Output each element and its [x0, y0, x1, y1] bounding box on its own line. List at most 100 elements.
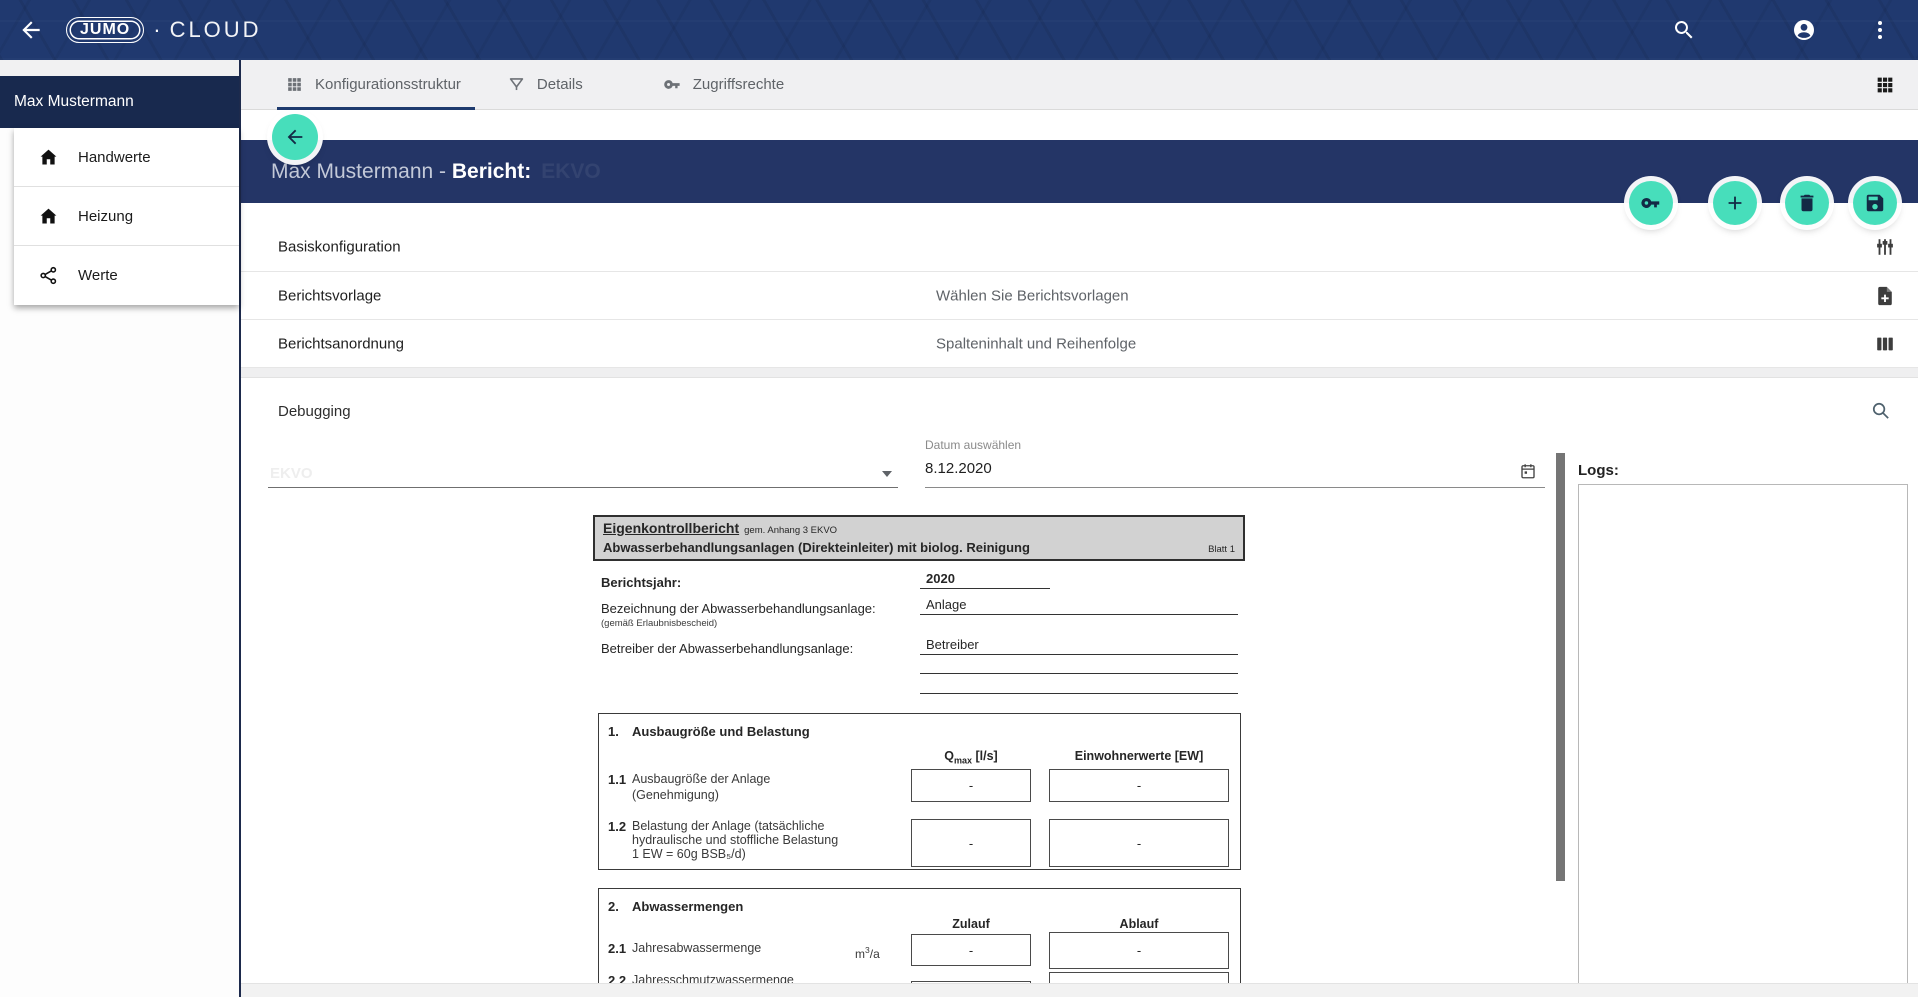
- home-icon: [38, 206, 59, 227]
- page-title-prefix: Max Mustermann -: [271, 160, 452, 183]
- field-value: Anlage: [920, 597, 1238, 615]
- back-button[interactable]: [272, 114, 318, 160]
- row-number: 2.1: [608, 941, 626, 956]
- report-sheet-number: Blatt 1: [1208, 544, 1235, 555]
- row-number: 1.2: [608, 819, 626, 834]
- column-header-qmax: Qmax [l/s]: [911, 749, 1031, 766]
- logs-output-box: [1578, 484, 1908, 989]
- add-button[interactable]: [1713, 181, 1757, 225]
- row-number: 1.1: [608, 772, 626, 787]
- date-picker-field[interactable]: Datum auswählen 8.12.2020: [925, 438, 1545, 488]
- row-basiskonfiguration[interactable]: Basiskonfiguration: [241, 223, 1918, 272]
- field-value: 2020: [920, 571, 1050, 589]
- section-number: 1.: [608, 724, 619, 739]
- arrow-left-icon: [284, 126, 306, 148]
- trash-icon: [1796, 192, 1818, 214]
- key-icon: [663, 75, 682, 94]
- back-arrow-icon[interactable]: [18, 17, 44, 43]
- sidebar-item-label: Handwerte: [78, 149, 151, 166]
- section-separator: [241, 368, 1918, 378]
- empty-line: [920, 673, 1238, 674]
- page-title-faint: EKVO: [541, 160, 601, 183]
- cloud-wordmark: CLOUD: [170, 17, 262, 43]
- column-header-zulauf: Zulauf: [911, 917, 1031, 931]
- row-label: Jahresabwassermenge: [632, 941, 761, 955]
- column-header-ew: Einwohnerwerte [EW]: [1049, 749, 1229, 763]
- field-label: Betreiber der Abwasserbehandlungsanlage:: [601, 641, 853, 656]
- grid-icon: [285, 75, 304, 94]
- field-label: Berichtsjahr:: [601, 575, 681, 590]
- report-title-line: Eigenkontrollbericht gem. Anhang 3 EKVO: [603, 520, 837, 538]
- tab-konfigurationsstruktur[interactable]: Konfigurationsstruktur: [277, 60, 469, 109]
- apps-grid-icon[interactable]: [1874, 74, 1896, 96]
- search-icon[interactable]: [1672, 18, 1696, 42]
- vertical-scrollbar-thumb[interactable]: [1556, 453, 1565, 881]
- report-template-select[interactable]: EKVO: [268, 458, 898, 488]
- home-icon: [38, 147, 59, 168]
- columns-icon[interactable]: [1874, 333, 1896, 355]
- report-section-1: 1. Ausbaugröße und Belastung Qmax [l/s] …: [598, 713, 1241, 870]
- row-label: hydraulische und stoffliche Belastung: [632, 833, 838, 847]
- topbar: JUMO · CLOUD: [0, 0, 1918, 60]
- value-cell: -: [1049, 819, 1229, 867]
- sidebar-title: Max Mustermann: [0, 76, 239, 128]
- jumo-logo-pill: JUMO: [66, 17, 144, 43]
- empty-line: [920, 693, 1238, 694]
- report-section-2: 2. Abwassermengen Zulauf Ablauf 2.1 Jahr…: [598, 888, 1241, 997]
- date-label: Datum auswählen: [925, 438, 1021, 452]
- tabbar: Konfigurationsstruktur Details Zugriffsr…: [241, 60, 1918, 110]
- page-title: Max Mustermann - Bericht: EKVO: [271, 160, 601, 184]
- sidebar-item-werte[interactable]: Werte: [14, 246, 239, 305]
- tab-zugriffsrechte[interactable]: Zugriffsrechte: [655, 60, 792, 109]
- section-title: Abwassermengen: [632, 899, 743, 914]
- value-cell: -: [911, 819, 1031, 867]
- tab-label: Konfigurationsstruktur: [315, 76, 461, 93]
- row-label: Berichtsvorlage: [278, 287, 381, 304]
- report-header-box: Eigenkontrollberichtgem. Anhang 3 EKVO A…: [593, 515, 1245, 561]
- row-value: Spalteninhalt und Reihenfolge: [936, 335, 1136, 352]
- value-cell: -: [911, 769, 1031, 802]
- row-berichtsvorlage[interactable]: Berichtsvorlage Wählen Sie Berichtsvorla…: [241, 272, 1918, 320]
- sidebar-top-strip: [0, 60, 239, 76]
- unit-label: m3/a: [855, 945, 880, 961]
- section-number: 2.: [608, 899, 619, 914]
- value-cell: -: [1049, 769, 1229, 802]
- calendar-icon[interactable]: [1519, 462, 1537, 480]
- search-icon[interactable]: [1869, 399, 1892, 422]
- note-add-icon[interactable]: [1874, 285, 1896, 307]
- page-title-main: Bericht:: [452, 160, 531, 183]
- row-berichtsanordnung[interactable]: Berichtsanordnung Spalteninhalt und Reih…: [241, 320, 1918, 368]
- funnel-icon: [507, 75, 526, 94]
- field-value: Betreiber: [920, 637, 1238, 655]
- value-cell: -: [911, 934, 1031, 966]
- tab-details[interactable]: Details: [499, 60, 591, 109]
- save-icon: [1864, 192, 1886, 214]
- tab-label: Zugriffsrechte: [693, 76, 784, 93]
- row-value: Wählen Sie Berichtsvorlagen: [936, 287, 1129, 304]
- account-icon[interactable]: [1792, 18, 1816, 42]
- more-vert-icon[interactable]: [1868, 18, 1892, 42]
- main-content: Max Mustermann - Bericht: EKVO Basiskonfi…: [241, 110, 1918, 997]
- sidebar-item-label: Heizung: [78, 208, 133, 225]
- report-title: Eigenkontrollbericht: [603, 520, 739, 536]
- tune-sliders-icon[interactable]: [1874, 236, 1896, 258]
- delete-button[interactable]: [1785, 181, 1829, 225]
- report-title-suffix: gem. Anhang 3 EKVO: [744, 525, 837, 536]
- sidebar-item-heizung[interactable]: Heizung: [14, 187, 239, 246]
- sidebar-item-label: Werte: [78, 267, 118, 284]
- share-icon: [38, 265, 59, 286]
- sidebar: Max Mustermann Handwerte Heizung Werte: [0, 60, 241, 997]
- date-value: 8.12.2020: [925, 460, 992, 477]
- save-button[interactable]: [1853, 181, 1897, 225]
- row-label: Basiskonfiguration: [278, 239, 401, 256]
- sidebar-item-handwerte[interactable]: Handwerte: [14, 128, 239, 187]
- value-cell: -: [1049, 932, 1229, 969]
- horizontal-scrollbar-track[interactable]: [241, 983, 1918, 997]
- access-rights-button[interactable]: [1629, 181, 1673, 225]
- row-label: Belastung der Anlage (tatsächliche: [632, 819, 825, 833]
- field-note: (gemäß Erlaubnisbescheid): [601, 618, 717, 629]
- row-label: 1 EW = 60g BSB₅/d): [632, 847, 746, 861]
- section-title: Ausbaugröße und Belastung: [632, 724, 810, 739]
- sidebar-menu: Handwerte Heizung Werte: [14, 128, 239, 305]
- key-icon: [1640, 192, 1662, 214]
